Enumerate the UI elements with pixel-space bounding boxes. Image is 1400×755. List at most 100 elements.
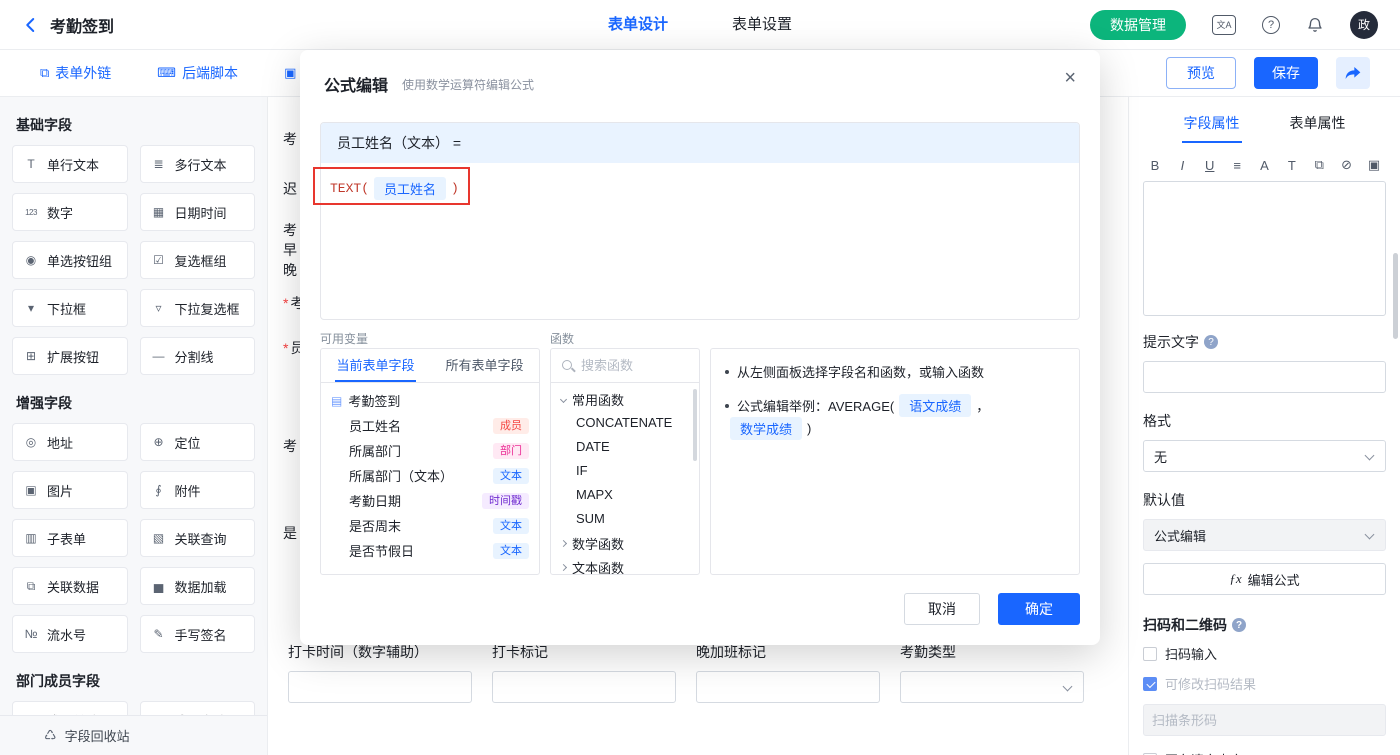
cancel-button[interactable]: 取消 (904, 593, 980, 625)
field-type-label: 扩展按钮 (47, 349, 100, 365)
format-select[interactable]: 无 (1143, 440, 1386, 472)
confirm-button[interactable]: 确定 (998, 593, 1080, 625)
user-avatar[interactable]: 政 (1350, 10, 1378, 39)
function-item[interactable]: SUM (551, 507, 699, 531)
function-search-input[interactable] (581, 358, 689, 373)
field-type-multi-line-text[interactable]: ≣ 多行文本 (139, 145, 255, 183)
tab-current-form-fields[interactable]: 当前表单字段 (321, 349, 430, 382)
tab-form-properties[interactable]: 表单属性 (1288, 111, 1348, 143)
tab-all-form-fields[interactable]: 所有表单字段 (430, 349, 539, 382)
translate-icon[interactable]: 文A (1212, 14, 1236, 35)
font-size-icon[interactable]: T (1284, 158, 1300, 173)
scan-editable-label: 可修改扫码结果 (1165, 677, 1257, 692)
panel-scrollbar[interactable] (1393, 253, 1398, 339)
field-type-checkbox-group[interactable]: ☑ 复选框组 (139, 241, 255, 279)
field-type-label: 关联查询 (174, 531, 227, 547)
enter-clear-option[interactable]: 回车清空内容 (1143, 750, 1386, 755)
data-manage-button[interactable]: 数据管理 (1090, 9, 1186, 40)
link-icon[interactable]: ⧉ (1311, 157, 1327, 173)
variables-tabs: 当前表单字段 所有表单字段 (321, 349, 539, 383)
field-type-multi-dropdown[interactable]: ▿ 下拉复选框 (139, 289, 255, 327)
field-type-tag: 时间戳 (482, 492, 529, 509)
field-type-linked-query[interactable]: ▧ 关联查询 (139, 519, 255, 557)
variable-item[interactable]: 所属部门 部门 (321, 438, 539, 463)
field-type-label: 地址 (47, 435, 74, 451)
hint-text-input[interactable] (1143, 361, 1386, 393)
unlink-icon[interactable]: ⊘ (1339, 157, 1355, 173)
field-type-number[interactable]: 123 数字 (12, 193, 128, 231)
canvas-field-attendance-type: 考勤类型 (900, 642, 1084, 703)
scan-editable-option[interactable]: 可修改扫码结果 (1143, 674, 1386, 693)
preview-button[interactable]: 预览 (1166, 57, 1236, 89)
field-type-subform[interactable]: ▥ 子表单 (12, 519, 128, 557)
close-icon[interactable]: × (1064, 68, 1076, 88)
field-type-serial-number[interactable]: № 流水号 (12, 615, 128, 653)
field-type-data-load[interactable]: ▅ 数据加载 (139, 567, 255, 605)
share-button[interactable] (1336, 57, 1370, 89)
tab-form-settings[interactable]: 表单设置 (732, 0, 792, 50)
function-group-text[interactable]: 文本函数 (551, 555, 699, 574)
tab-form-design[interactable]: 表单设计 (608, 0, 668, 50)
default-value-select[interactable]: 公式编辑 (1143, 519, 1386, 551)
function-item[interactable]: CONCATENATE (551, 411, 699, 435)
field-type-single-line-text[interactable]: T 单行文本 (12, 145, 128, 183)
field-type-image[interactable]: ▣ 图片 (12, 471, 128, 509)
canvas-field-punch-mark: 打卡标记 (492, 642, 676, 703)
checkbox-checked-icon[interactable] (1143, 676, 1157, 691)
attendance-type-select[interactable] (900, 671, 1084, 703)
function-group-math[interactable]: 数学函数 (551, 531, 699, 555)
field-recycle-bin[interactable]: ♺ 字段回收站 (0, 715, 267, 755)
field-type-label: 数据加载 (174, 579, 227, 595)
form-external-link-button[interactable]: ⧉ 表单外链 (40, 63, 111, 83)
backend-script-button[interactable]: ⌨ 后端脚本 (157, 63, 238, 83)
function-item[interactable]: MAPX (551, 483, 699, 507)
functions-scrollbar[interactable] (693, 389, 697, 461)
edit-formula-button[interactable]: ƒx 编辑公式 (1143, 563, 1386, 595)
notification-bell-icon[interactable] (1306, 16, 1324, 34)
function-item[interactable]: IF (551, 459, 699, 483)
save-button[interactable]: 保存 (1254, 57, 1318, 89)
back-button[interactable] (22, 16, 40, 34)
field-type-extend-button[interactable]: ⊞ 扩展按钮 (12, 337, 128, 375)
field-type-dropdown[interactable]: ▾ 下拉框 (12, 289, 128, 327)
function-group-common[interactable]: 常用函数 (551, 387, 699, 411)
field-type-address[interactable]: ◎ 地址 (12, 423, 128, 461)
variable-item[interactable]: 是否节假日 文本 (321, 538, 539, 563)
punch-mark-input[interactable] (492, 671, 676, 703)
checkbox-unchecked-icon[interactable] (1143, 646, 1157, 661)
function-item[interactable]: DATE (551, 435, 699, 459)
formula-target: 员工姓名（文本） = (337, 135, 462, 151)
field-type-radio-group[interactable]: ◉ 单选按钮组 (12, 241, 128, 279)
help-icon[interactable]: ? (1262, 15, 1280, 34)
field-type-tag: 文本 (493, 542, 529, 559)
align-icon[interactable]: ≡ (1229, 158, 1245, 173)
italic-icon[interactable]: I (1174, 158, 1190, 173)
variable-item[interactable]: 员工姓名 成员 (321, 413, 539, 438)
field-label: 晚加班标记 (696, 644, 766, 660)
description-richtext-area[interactable] (1143, 181, 1386, 316)
scan-input-option[interactable]: 扫码输入 (1143, 644, 1386, 663)
tab-field-properties[interactable]: 字段属性 (1181, 111, 1242, 143)
field-type-divider[interactable]: — 分割线 (139, 337, 255, 375)
variable-item[interactable]: 所属部门（文本） 文本 (321, 463, 539, 488)
default-value-label: 默认值 (1143, 492, 1185, 508)
field-type-label: 单选按钮组 (47, 253, 113, 269)
field-type-label: 图片 (47, 483, 74, 499)
bold-icon[interactable]: B (1147, 158, 1163, 173)
field-type-attachment[interactable]: ∮ 附件 (139, 471, 255, 509)
underline-icon[interactable]: U (1202, 158, 1218, 173)
field-type-signature[interactable]: ✎ 手写签名 (139, 615, 255, 653)
help-circle-icon[interactable]: ? (1204, 335, 1218, 349)
field-type-datetime[interactable]: ▦ 日期时间 (139, 193, 255, 231)
formula-input-area[interactable]: TEXT( 员工姓名 ) (321, 163, 1079, 319)
help-circle-icon[interactable]: ? (1232, 618, 1246, 632)
variable-item[interactable]: 是否周末 文本 (321, 513, 539, 538)
punch-time-input[interactable] (288, 671, 472, 703)
field-type-location[interactable]: ⊕ 定位 (139, 423, 255, 461)
field-type-linked-data[interactable]: ⧉ 关联数据 (12, 567, 128, 605)
form-root-node[interactable]: ▤ 考勤签到 (321, 388, 539, 413)
insert-image-icon[interactable]: ▣ (1366, 157, 1382, 173)
variable-item[interactable]: 考勤日期 时间戳 (321, 488, 539, 513)
overtime-mark-input[interactable] (696, 671, 880, 703)
font-color-icon[interactable]: A (1257, 158, 1273, 173)
